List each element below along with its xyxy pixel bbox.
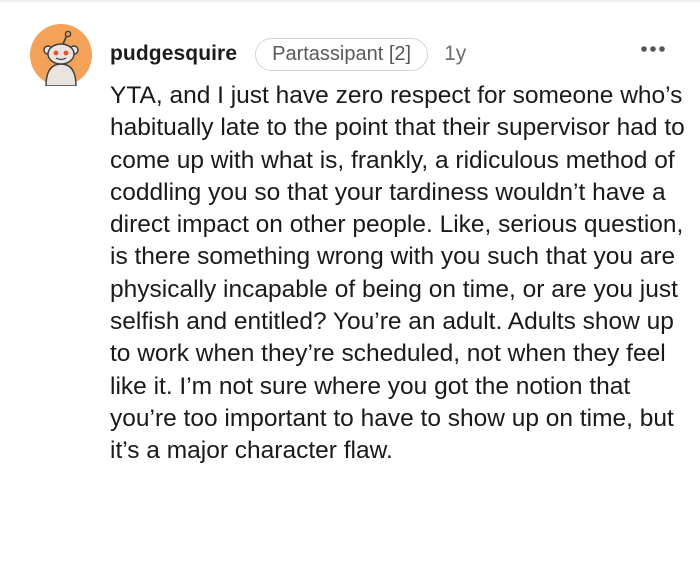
comment-header: pudgesquire Partassipant [2] 1y bbox=[110, 36, 466, 72]
user-avatar[interactable] bbox=[30, 24, 92, 87]
comment-body: YTA, and I just have zero respect for so… bbox=[110, 82, 685, 465]
comment-age: 1y bbox=[444, 42, 467, 65]
more-horizontal-icon bbox=[641, 46, 665, 52]
snoo-avatar-icon bbox=[30, 24, 92, 87]
comment: pudgesquire Partassipant [2] 1y YTA, and… bbox=[0, 0, 700, 577]
username[interactable]: pudgesquire bbox=[110, 42, 237, 66]
more-options-button[interactable] bbox=[636, 38, 670, 60]
user-flair: Partassipant [2] bbox=[255, 37, 429, 71]
